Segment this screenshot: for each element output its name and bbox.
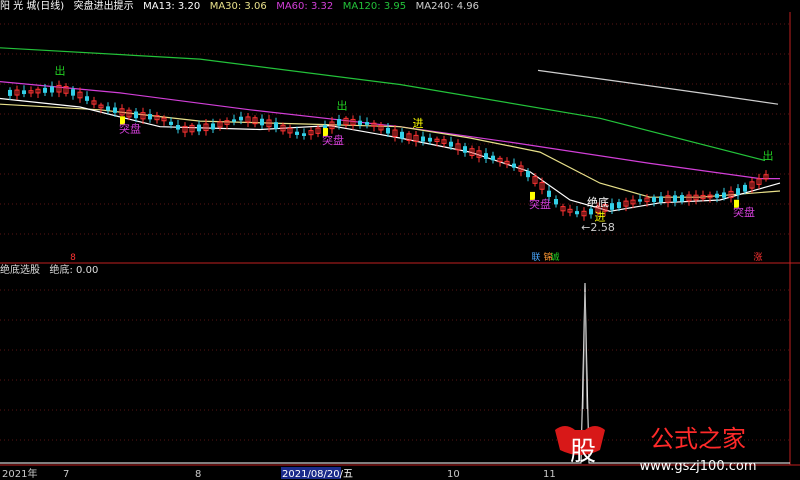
annotation-1: 突盘	[119, 121, 141, 135]
site-name: 公式之家	[650, 425, 746, 453]
candle-body-down	[610, 203, 614, 210]
ma240-label: MA240: 4.96	[415, 1, 479, 12]
candle-body-down	[722, 192, 726, 198]
candle-body-down	[421, 136, 425, 142]
ma240-line	[537, 69, 779, 105]
x-tick-1: 7	[63, 469, 69, 480]
ma30-line	[0, 103, 781, 198]
candle-body-down	[85, 96, 89, 101]
sub-header: 绝底选股 绝底: 0.00	[0, 264, 800, 276]
candle-body-down	[43, 87, 47, 93]
candle-body-down	[547, 190, 551, 197]
annotation-4: 进	[413, 117, 424, 130]
candle-body-down	[232, 119, 236, 122]
candle-body-down	[365, 122, 369, 125]
candle-body-down	[8, 89, 12, 96]
annotation-8: 进	[595, 210, 606, 223]
candle-body-down	[554, 198, 558, 205]
annotation-0: 出	[55, 63, 66, 77]
logo-char: 股	[570, 437, 596, 467]
candle-body-down	[22, 90, 26, 95]
candle-body-down	[71, 89, 75, 96]
candle-body-down	[239, 116, 243, 121]
ma60-label: MA60: 3.32	[276, 1, 334, 12]
candle-body-down	[652, 197, 656, 203]
candle-body-down	[358, 120, 362, 125]
candle-body-down	[617, 202, 621, 209]
x-tick-2: 8	[195, 469, 201, 480]
candle-body-down	[337, 119, 341, 126]
candle-body-down	[659, 196, 663, 203]
bottom-marker-1: 联	[531, 252, 540, 263]
candle-body-down	[386, 127, 390, 134]
annotation-3: 突盘	[322, 133, 344, 147]
sub-indicator-name: 绝底选股	[0, 265, 40, 276]
candle-body-down	[302, 133, 306, 136]
candle-body-down	[680, 195, 684, 202]
candle-body-down	[274, 122, 278, 129]
ma13-line	[0, 97, 781, 212]
candle-body-down	[106, 106, 110, 111]
candle-body-down	[743, 184, 747, 192]
bottom-marker-3: 诚	[550, 251, 559, 263]
candle-body-down	[491, 155, 495, 161]
candle-body-down	[526, 170, 530, 178]
candle-body-down	[484, 153, 488, 159]
candle-body-down	[715, 193, 719, 198]
bottom-marker-0: 8	[70, 253, 76, 263]
ma13-label: MA13: 3.20	[143, 1, 201, 12]
x-tick-4: 10	[447, 469, 460, 480]
x-tick-0: 2021年	[2, 467, 37, 480]
candle-body-down	[589, 208, 593, 215]
candle-body-down	[176, 125, 180, 130]
candle-body-down	[148, 114, 152, 120]
ma30-label: MA30: 3.06	[209, 1, 267, 12]
candle-body-down	[260, 118, 264, 126]
annotation-2: 出	[337, 98, 348, 112]
candle-body-down	[575, 211, 579, 215]
candle-body-down	[736, 188, 740, 195]
ma120-label: MA120: 3.95	[342, 1, 407, 12]
candle-body-down	[449, 141, 453, 147]
candle-body-down	[512, 163, 516, 168]
site-url: www.gszj100.com	[639, 459, 756, 474]
stock-name: 阳 光 城(日线)	[0, 1, 65, 12]
main-header: 阳 光 城(日线) 突盘进出提示 MA13: 3.20 MA30: 3.06 M…	[0, 0, 800, 12]
candle-body-down	[113, 107, 117, 113]
candle-body-down	[197, 124, 201, 132]
sub-indicator-value: 绝底: 0.00	[49, 265, 99, 276]
candle-body-down	[428, 137, 432, 142]
candle-body-down	[169, 121, 173, 125]
chart: 出突盘出突盘进突盘←2.58绝底进出突盘8 联锦诚 涨2021年 7 8 2021/08/…	[0, 12, 800, 480]
candle-body-down	[134, 111, 138, 119]
x-tick-3: 2021/08/20/五	[282, 469, 353, 480]
annotation-5: 突盘	[529, 197, 551, 211]
annotation-10: 突盘	[733, 205, 755, 219]
bottom-marker-4: 涨	[753, 252, 762, 263]
candle-body-down	[211, 123, 215, 130]
annotation-9: 出	[763, 149, 774, 163]
candle-body-down	[673, 195, 677, 203]
candle-body-down	[400, 131, 404, 139]
candle-body-down	[638, 199, 642, 202]
x-tick-5: 11	[543, 469, 556, 480]
indicator-name: 突盘进出提示	[73, 1, 134, 12]
candle-body-down	[463, 146, 467, 153]
candle-body-down	[295, 131, 299, 135]
candle-body-down	[50, 86, 54, 93]
annotation-7: 绝底	[587, 195, 609, 209]
